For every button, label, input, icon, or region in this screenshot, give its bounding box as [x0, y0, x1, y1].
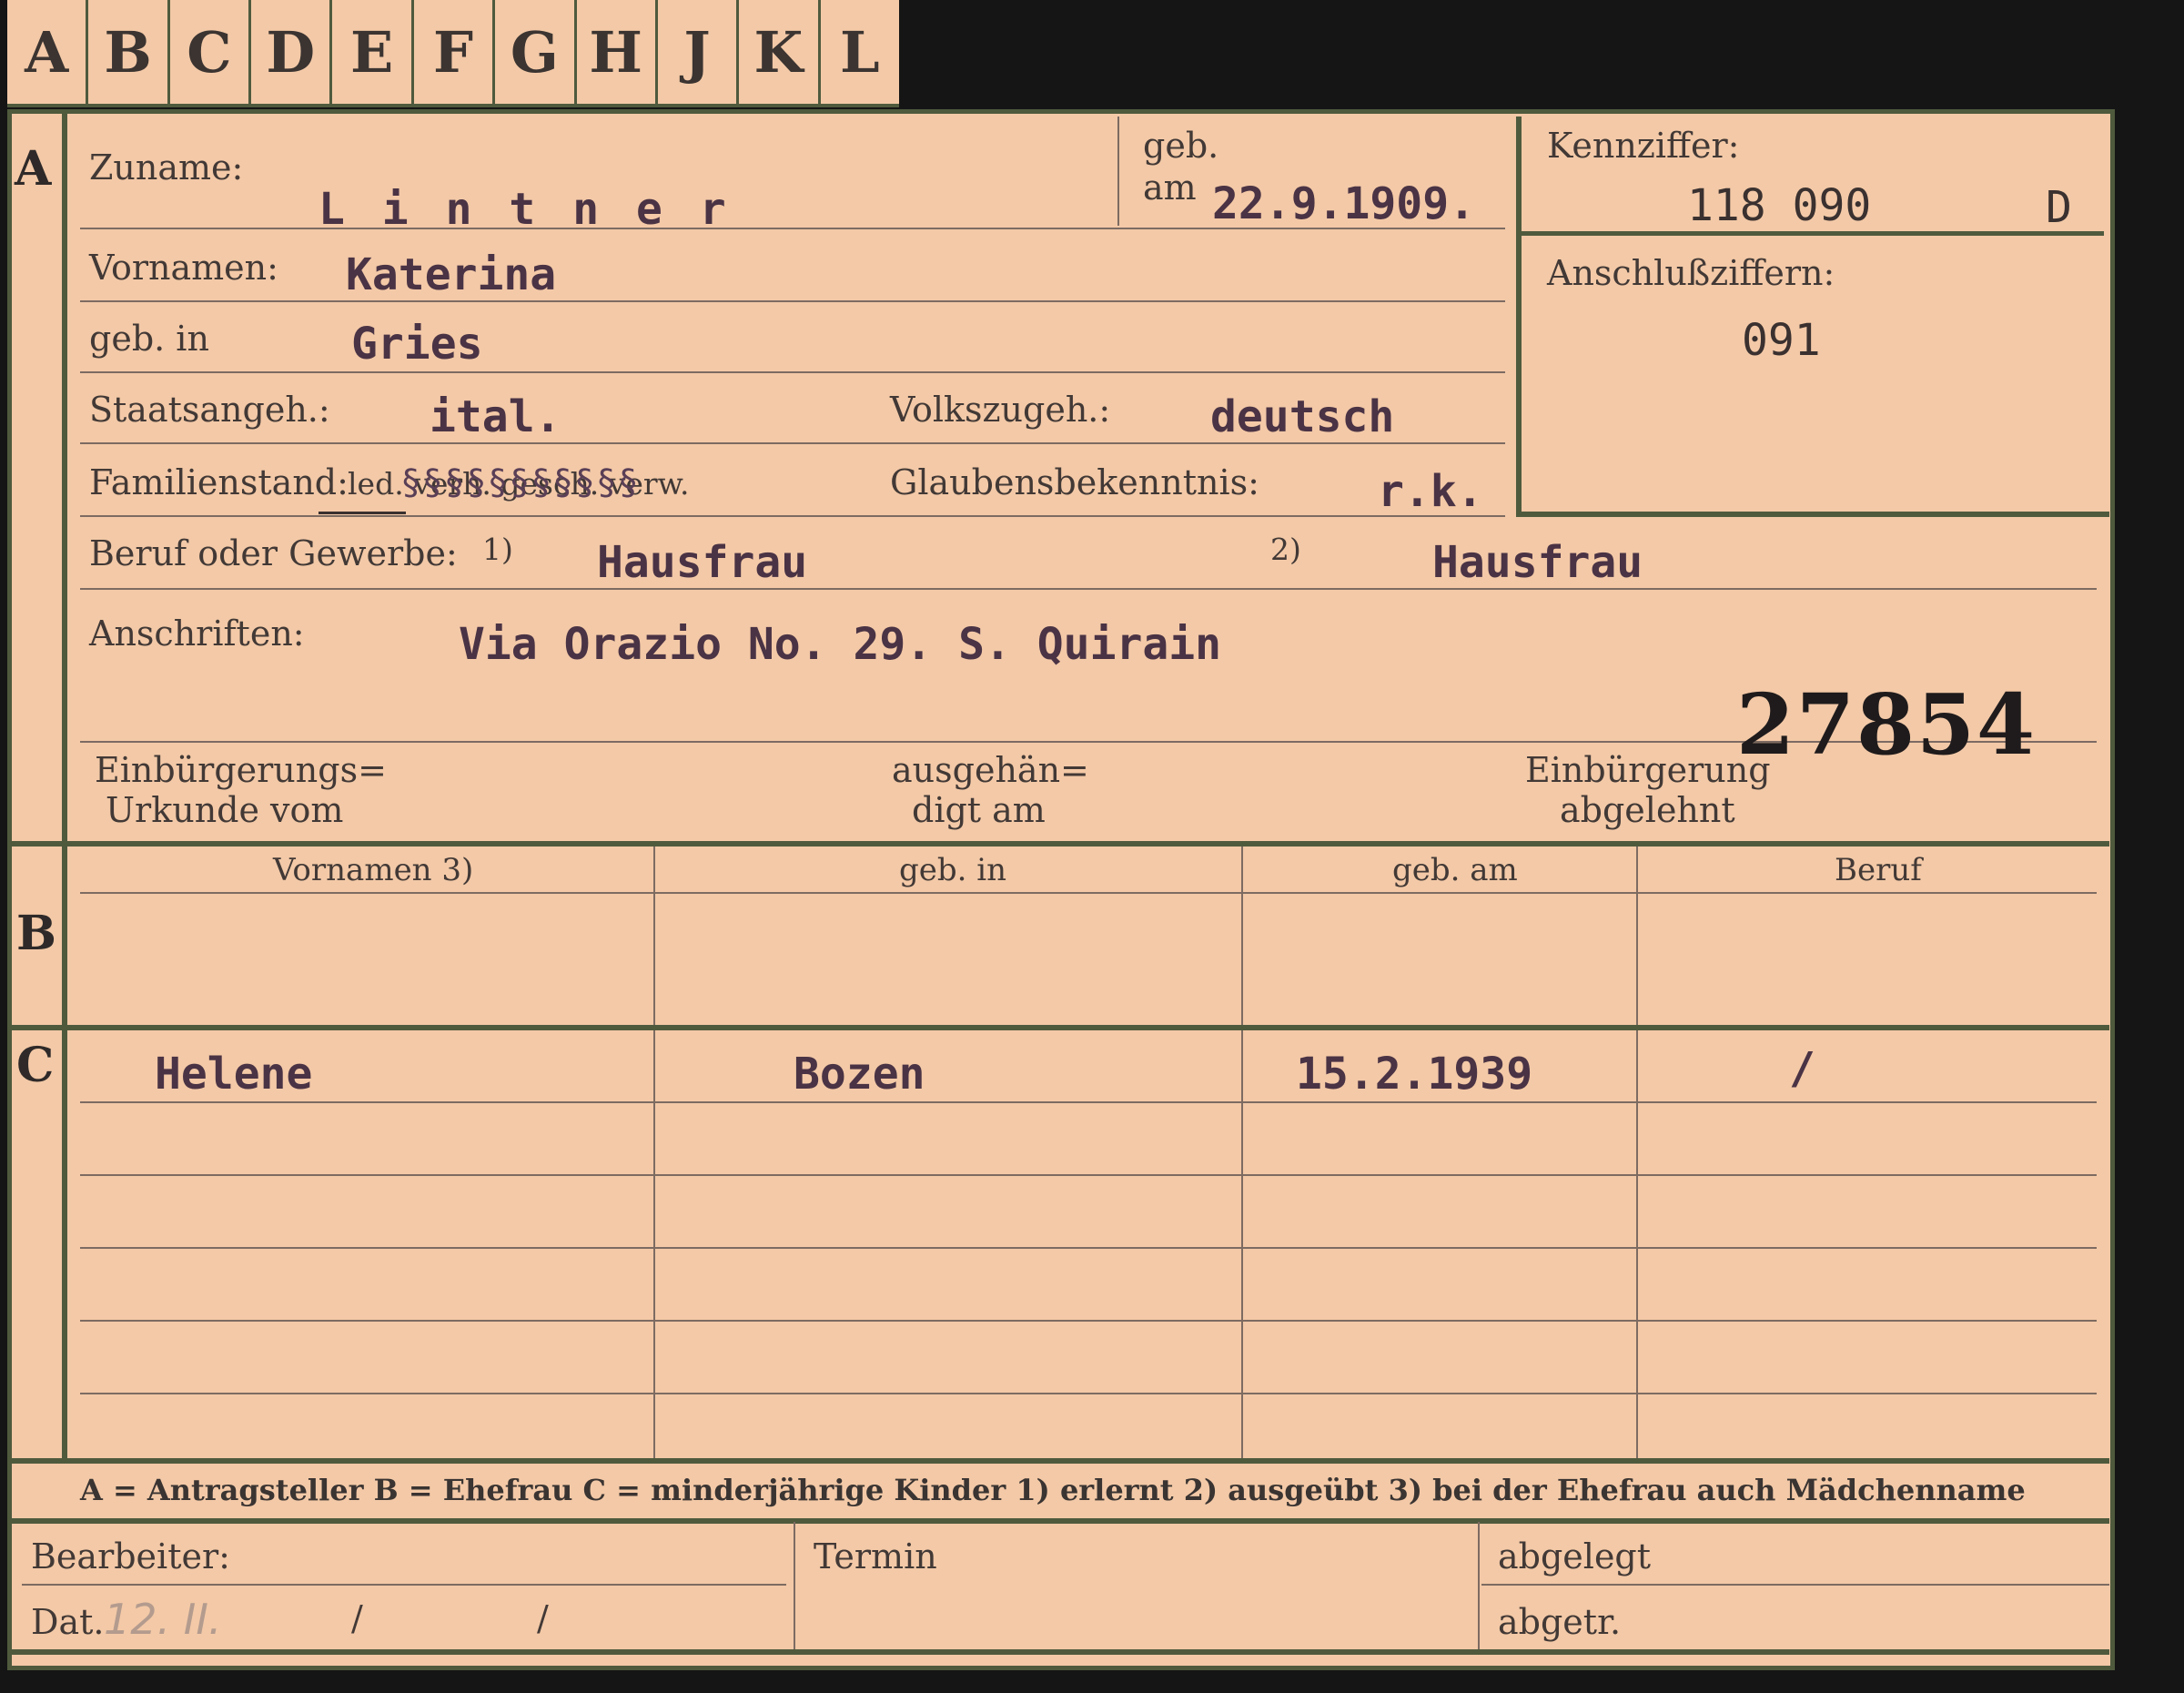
beruf-ausgeuebt-value: Hausfrau	[1432, 537, 1643, 588]
section-letter-c: C	[16, 1038, 55, 1093]
abgetr-label: abgetr.	[1498, 1602, 1622, 1642]
abgelegt-label: abgelegt	[1498, 1536, 1652, 1576]
familienstand-line	[80, 515, 1505, 517]
dat-slash-1: /	[351, 1598, 363, 1638]
familienstand-overstrike: §§§§§§§§§§§	[400, 462, 640, 499]
dat-label: Dat.	[31, 1602, 105, 1642]
col-header-geb-am: geb. am	[1392, 852, 1518, 888]
section-c-row-line-5	[80, 1393, 2097, 1394]
stamp-number: 27854	[1736, 675, 2037, 774]
legend-text: A = Antragsteller B = Ehefrau C = minder…	[80, 1473, 2026, 1507]
volkszugeh-value: deutsch	[1210, 391, 1395, 442]
beruf-line	[80, 588, 2097, 590]
kennziffer-value: 118 090	[1687, 180, 1872, 231]
geb-am-divider	[1117, 117, 1119, 226]
dat-slash-2: /	[537, 1598, 549, 1638]
legend-top-line	[11, 1458, 2109, 1464]
beruf-footnote-1: 1)	[482, 532, 513, 567]
glaubensbekenntnis-label: Glaubensbekenntnis:	[890, 462, 1259, 502]
geb-in-label: geb. in	[89, 319, 209, 359]
kennziffer-underline	[1522, 231, 2104, 236]
geb-am-value: 22.9.1909.	[1212, 178, 1475, 229]
glaubensbekenntnis-value: r.k.	[1378, 466, 1483, 517]
section-b-col-line-2	[1241, 846, 1243, 1025]
section-c-row-line-4	[80, 1320, 2097, 1322]
geb-in-line	[80, 371, 1505, 373]
kennziffer-suffix: D	[2046, 182, 2072, 233]
geb-am-label-2: am	[1143, 167, 1197, 208]
staatsangeh-value: ital.	[430, 391, 561, 442]
beruf-footnote-2: 2)	[1270, 532, 1301, 567]
vornamen-label: Vornamen:	[89, 248, 278, 288]
section-b-header-line	[80, 892, 2097, 894]
einb-abgelehnt-label-1: Einbürgerung	[1525, 750, 1771, 790]
zuname-label: Zuname:	[89, 147, 244, 188]
tab-f[interactable]: F	[414, 0, 496, 104]
geb-am-label-1: geb.	[1143, 126, 1219, 166]
section-column-divider	[62, 114, 67, 1461]
beruf-label: Beruf oder Gewerbe:	[89, 533, 458, 573]
col-header-beruf: Beruf	[1835, 852, 1922, 888]
ausgehaen-label-1: ausgehän=	[892, 750, 1089, 790]
vornamen-line	[80, 300, 1505, 302]
child-beruf: /	[1789, 1043, 1815, 1094]
child-geb-am: 15.2.1939	[1296, 1049, 1533, 1100]
child-vorname: Helene	[155, 1049, 313, 1100]
tab-c[interactable]: C	[170, 0, 252, 104]
einb-abgelehnt-label-2: abgelehnt	[1560, 790, 1735, 830]
vornamen-value: Katerina	[346, 249, 557, 300]
ausgehaen-label-2: digt am	[912, 790, 1046, 830]
staatsangeh-label: Staatsangeh.:	[89, 390, 330, 430]
section-b-c-divider	[11, 1025, 2109, 1030]
child-geb-in: Bozen	[794, 1049, 925, 1100]
section-c-row-line-2	[80, 1174, 2097, 1176]
section-letter-a: A	[15, 141, 52, 197]
einbuergerungs-label-1: Einbürgerungs=	[95, 750, 387, 790]
tab-h[interactable]: H	[577, 0, 658, 104]
dat-pencil-value: 12. II.	[104, 1595, 222, 1644]
anschlussziffern-label: Anschlußziffern:	[1547, 253, 1835, 293]
tab-g[interactable]: G	[495, 0, 577, 104]
col-header-vornamen: Vornamen 3)	[273, 852, 474, 888]
anschlussziffer-value: 091	[1742, 315, 1821, 366]
tab-a[interactable]: A	[7, 0, 89, 104]
tab-k[interactable]: K	[739, 0, 821, 104]
familienstand-label: Familienstand:	[89, 462, 349, 502]
section-a-b-divider	[11, 841, 2109, 846]
geb-in-value: Gries	[351, 319, 483, 370]
zuname-line	[80, 228, 1505, 229]
section-c-row-line-3	[80, 1247, 2097, 1249]
anschrift-value: Via Orazio No. 29. S. Quirain	[459, 619, 1222, 670]
familienstand-selected-underline	[318, 512, 406, 514]
alphabet-tabs: A B C D E F G H J K L	[7, 0, 899, 107]
abgelegt-line	[1481, 1584, 2109, 1586]
termin-right-divider	[1478, 1522, 1480, 1651]
tab-l[interactable]: L	[821, 0, 899, 104]
tab-e[interactable]: E	[332, 0, 414, 104]
bearbeiter-line	[22, 1584, 786, 1586]
tab-d[interactable]: D	[251, 0, 333, 104]
termin-left-divider	[794, 1522, 795, 1651]
kennziffer-label: Kennziffer:	[1547, 126, 1740, 166]
tab-b[interactable]: B	[88, 0, 170, 104]
section-letter-b: B	[16, 906, 56, 961]
col-header-geb-in: geb. in	[899, 852, 1007, 888]
tab-j[interactable]: J	[658, 0, 740, 104]
section-b-col-line-3	[1636, 846, 1638, 1025]
bearbeiter-label: Bearbeiter:	[31, 1536, 230, 1576]
staatsangeh-line	[80, 442, 1505, 444]
anschriften-label: Anschriften:	[89, 613, 305, 654]
volkszugeh-label: Volkszugeh.:	[890, 390, 1111, 430]
beruf-erlernt-value: Hausfrau	[597, 537, 808, 588]
einbuergerungs-label-2: Urkunde vom	[106, 790, 344, 830]
termin-label: Termin	[814, 1536, 937, 1576]
legend-bottom-line	[11, 1518, 2109, 1524]
card-bottom-line	[11, 1649, 2109, 1655]
section-c-row-line-1	[80, 1101, 2097, 1103]
section-b-col-line-1	[653, 846, 655, 1025]
